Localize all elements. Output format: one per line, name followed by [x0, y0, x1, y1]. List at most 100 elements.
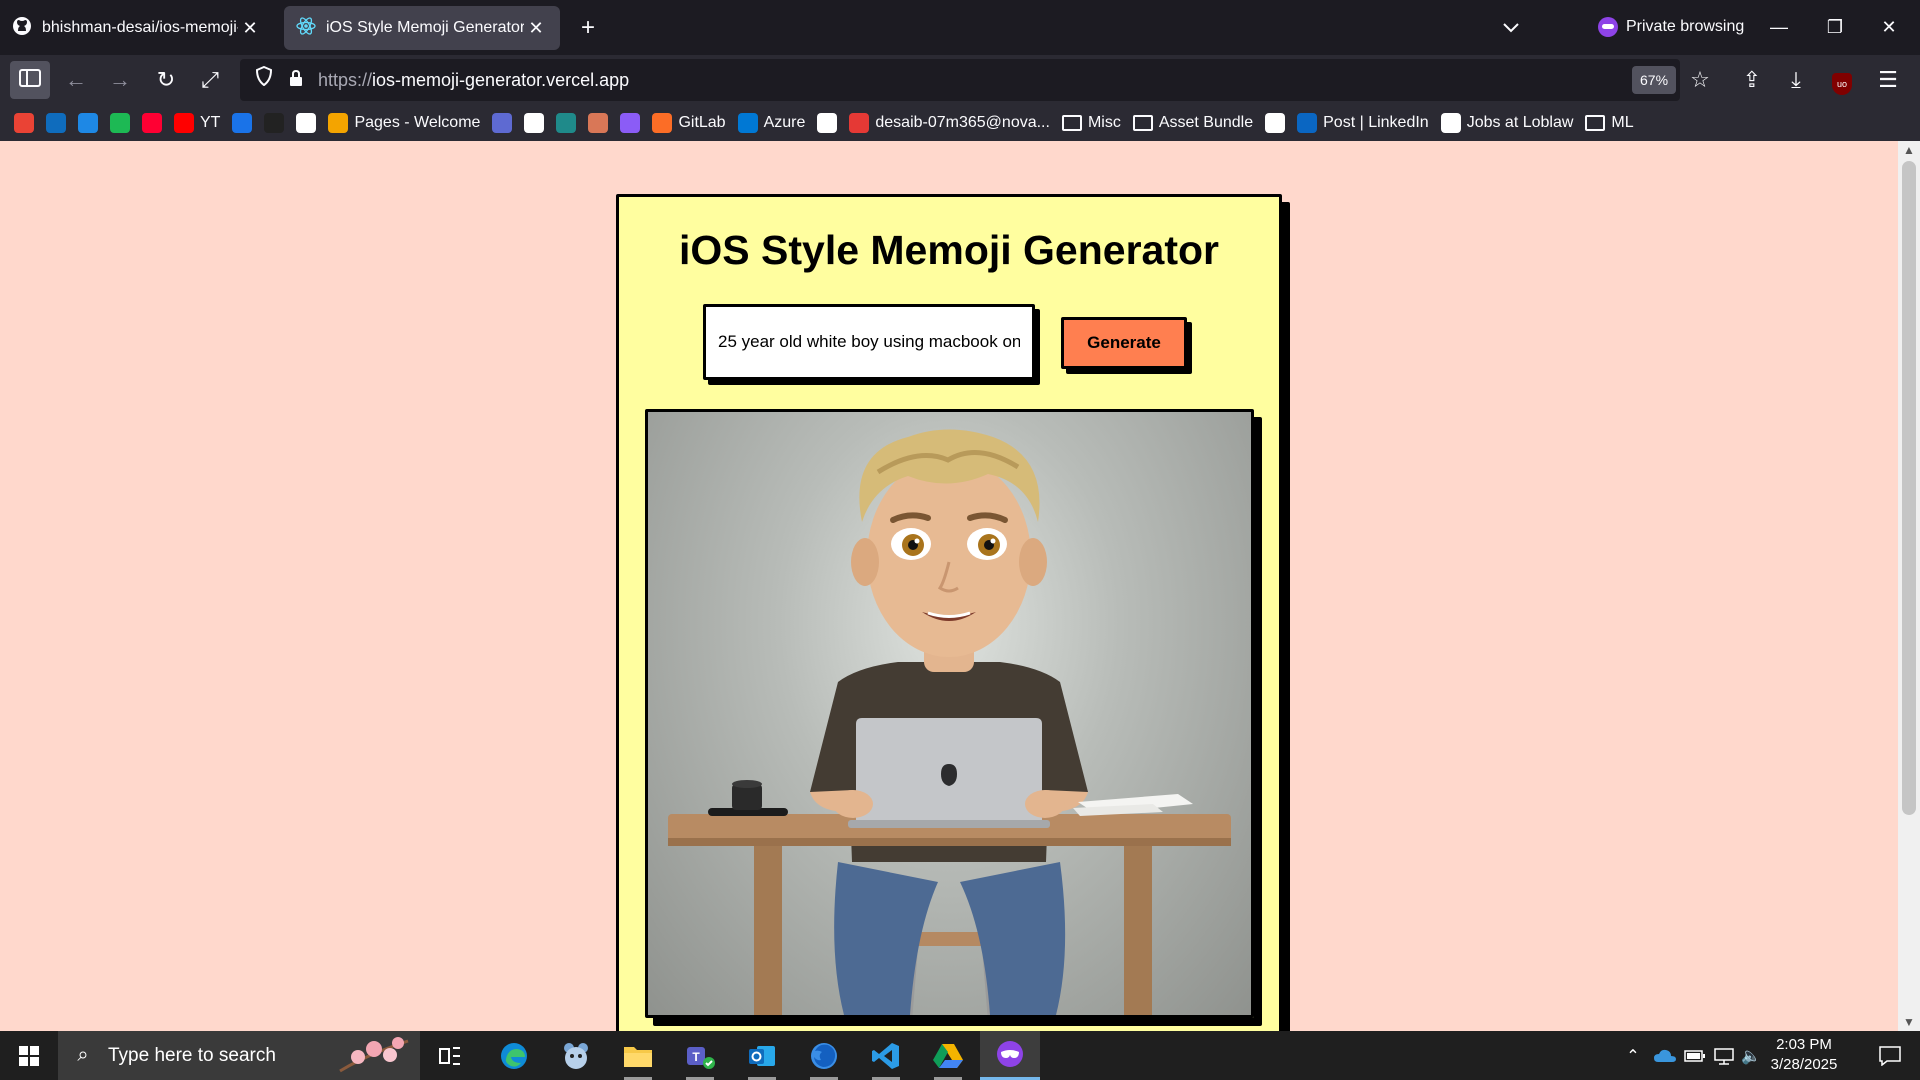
- bookmark-label: YT: [200, 114, 221, 131]
- bookmark-item[interactable]: [1265, 113, 1286, 133]
- react-icon: [296, 16, 316, 41]
- facebook-icon: [296, 113, 317, 133]
- mascot-app-taskbar-button[interactable]: [546, 1031, 606, 1080]
- address-bar[interactable]: https://ios-memoji-generator.vercel.app: [240, 59, 1680, 101]
- vscode-taskbar-button[interactable]: [856, 1031, 916, 1080]
- search-highlight-blossom-icon: [336, 1033, 412, 1078]
- bookmark-item[interactable]: [588, 113, 609, 133]
- bookmark-item[interactable]: Azure: [737, 113, 806, 133]
- bookmark-item[interactable]: [110, 113, 130, 133]
- zoom-level-badge[interactable]: 67%: [1632, 66, 1677, 94]
- sidebar-toggle-button[interactable]: [10, 61, 50, 99]
- bookmark-item[interactable]: [296, 113, 317, 133]
- generate-button[interactable]: Generate: [1061, 317, 1187, 369]
- tab-github[interactable]: bhishman-desai/ios-memoji-ge ✕: [0, 6, 274, 50]
- hamburger-menu-icon[interactable]: ☰: [1868, 61, 1908, 99]
- azure-icon: [737, 113, 758, 133]
- url-text[interactable]: https://ios-memoji-generator.vercel.app: [318, 70, 629, 91]
- edge-taskbar-button[interactable]: [484, 1031, 544, 1080]
- bookmark-item[interactable]: [524, 113, 545, 133]
- volume-icon[interactable]: 🔈: [1738, 1031, 1764, 1080]
- tab-strip: bhishman-desai/ios-memoji-ge ✕ iOS Style…: [0, 0, 1920, 55]
- outlook-icon: [749, 1045, 775, 1066]
- bookmark-item[interactable]: [556, 113, 577, 133]
- battery-icon[interactable]: [1680, 1031, 1710, 1080]
- task-view-button[interactable]: [420, 1031, 480, 1080]
- back-button[interactable]: ←: [56, 61, 96, 99]
- teams-taskbar-button[interactable]: T: [670, 1031, 730, 1080]
- bookmark-item[interactable]: [264, 113, 285, 133]
- folder-icon: [1061, 115, 1082, 131]
- pages-icon: [328, 113, 349, 133]
- expand-icon[interactable]: ⤢: [190, 61, 230, 99]
- page-title: iOS Style Memoji Generator: [679, 227, 1219, 273]
- bookmark-item[interactable]: Pages - Welcome: [328, 113, 480, 133]
- url-protocol: https://: [318, 69, 373, 90]
- page-scrollbar[interactable]: ▲ ▼: [1898, 141, 1920, 1031]
- minimize-button[interactable]: —: [1756, 8, 1802, 46]
- bookmark-item[interactable]: [232, 113, 253, 133]
- bookmark-star-icon[interactable]: ☆: [1680, 61, 1720, 99]
- show-hidden-icons-chevron-icon[interactable]: ⌃: [1616, 1031, 1650, 1080]
- gmail-icon: [14, 113, 34, 133]
- system-clock[interactable]: 2:03 PM 3/28/2025: [1762, 1035, 1846, 1075]
- list-all-tabs-button[interactable]: [1496, 14, 1526, 42]
- onedrive-tray-icon[interactable]: [1650, 1031, 1680, 1080]
- scroll-thumb[interactable]: [1902, 161, 1916, 815]
- reload-button[interactable]: ↻: [146, 61, 186, 99]
- onedrive-icon: [78, 113, 98, 133]
- start-button[interactable]: [0, 1031, 58, 1080]
- network-icon[interactable]: [1710, 1031, 1738, 1080]
- triangle-app-icon: [933, 1043, 963, 1068]
- close-window-button[interactable]: ✕: [1866, 8, 1912, 46]
- bookmark-item[interactable]: [492, 113, 513, 133]
- stack-icon: [849, 113, 870, 133]
- bookmark-item[interactable]: [142, 113, 162, 133]
- bookmark-item[interactable]: [14, 113, 34, 133]
- prompt-input[interactable]: [703, 304, 1035, 380]
- close-tab-icon[interactable]: ✕: [238, 18, 262, 39]
- drive-app-taskbar-button[interactable]: [918, 1031, 978, 1080]
- firefox-private-icon: [997, 1041, 1023, 1067]
- tracking-protection-shield-icon[interactable]: [246, 59, 282, 101]
- bookmark-label: ML: [1611, 114, 1634, 131]
- github-icon: [12, 16, 32, 41]
- bookmark-item[interactable]: ML: [1585, 114, 1634, 132]
- bookmark-item[interactable]: desaib-07m365@nova...: [849, 113, 1050, 133]
- scroll-up-arrow-icon[interactable]: ▲: [1898, 141, 1920, 159]
- close-tab-icon[interactable]: ✕: [524, 18, 548, 39]
- bookmark-item[interactable]: Asset Bundle: [1132, 114, 1253, 132]
- ublock-origin-icon[interactable]: uo: [1822, 61, 1862, 99]
- notification-center-button[interactable]: [1860, 1031, 1920, 1080]
- lock-icon[interactable]: [282, 69, 310, 92]
- bookmark-item[interactable]: [817, 113, 838, 133]
- bookmark-item[interactable]: Post | LinkedIn: [1297, 113, 1429, 133]
- bookmark-label: Jobs at Loblaw: [1466, 114, 1574, 131]
- bookmark-label: Pages - Welcome: [354, 114, 481, 131]
- bookmark-item[interactable]: [78, 113, 98, 133]
- bookmark-item[interactable]: Misc: [1061, 114, 1121, 132]
- search-icon: ⌕: [77, 1044, 89, 1066]
- tab-memoji-generator[interactable]: iOS Style Memoji Generator ✕: [284, 6, 560, 50]
- bookmark-item[interactable]: GitLab: [652, 113, 726, 133]
- bookmark-item[interactable]: Jobs at Loblaw: [1440, 113, 1574, 133]
- linkedin-icon: [1297, 113, 1318, 133]
- bookmark-item[interactable]: YT: [174, 113, 220, 133]
- download-icon[interactable]: ⤓: [1776, 61, 1816, 99]
- file-explorer-taskbar-button[interactable]: [608, 1031, 668, 1080]
- taskbar-search-box[interactable]: ⌕ Type here to search: [58, 1031, 420, 1080]
- firefox-private-taskbar-button[interactable]: [980, 1031, 1040, 1080]
- scroll-down-arrow-icon[interactable]: ▼: [1898, 1013, 1920, 1031]
- chevron-down-icon: [1503, 23, 1519, 33]
- task-view-icon: [439, 1046, 460, 1065]
- bookmark-label: Azure: [763, 114, 806, 131]
- restore-button[interactable]: ❐: [1812, 8, 1858, 46]
- extensions-icon[interactable]: ⇪: [1732, 61, 1772, 99]
- bookmark-item[interactable]: [46, 113, 66, 133]
- private-browsing-indicator: Private browsing: [1598, 17, 1744, 37]
- outlook-taskbar-button[interactable]: [732, 1031, 792, 1080]
- forward-button[interactable]: →: [100, 61, 140, 99]
- bookmark-item[interactable]: [620, 113, 641, 133]
- new-tab-button[interactable]: +: [572, 12, 604, 44]
- firefox-taskbar-button[interactable]: [794, 1031, 854, 1080]
